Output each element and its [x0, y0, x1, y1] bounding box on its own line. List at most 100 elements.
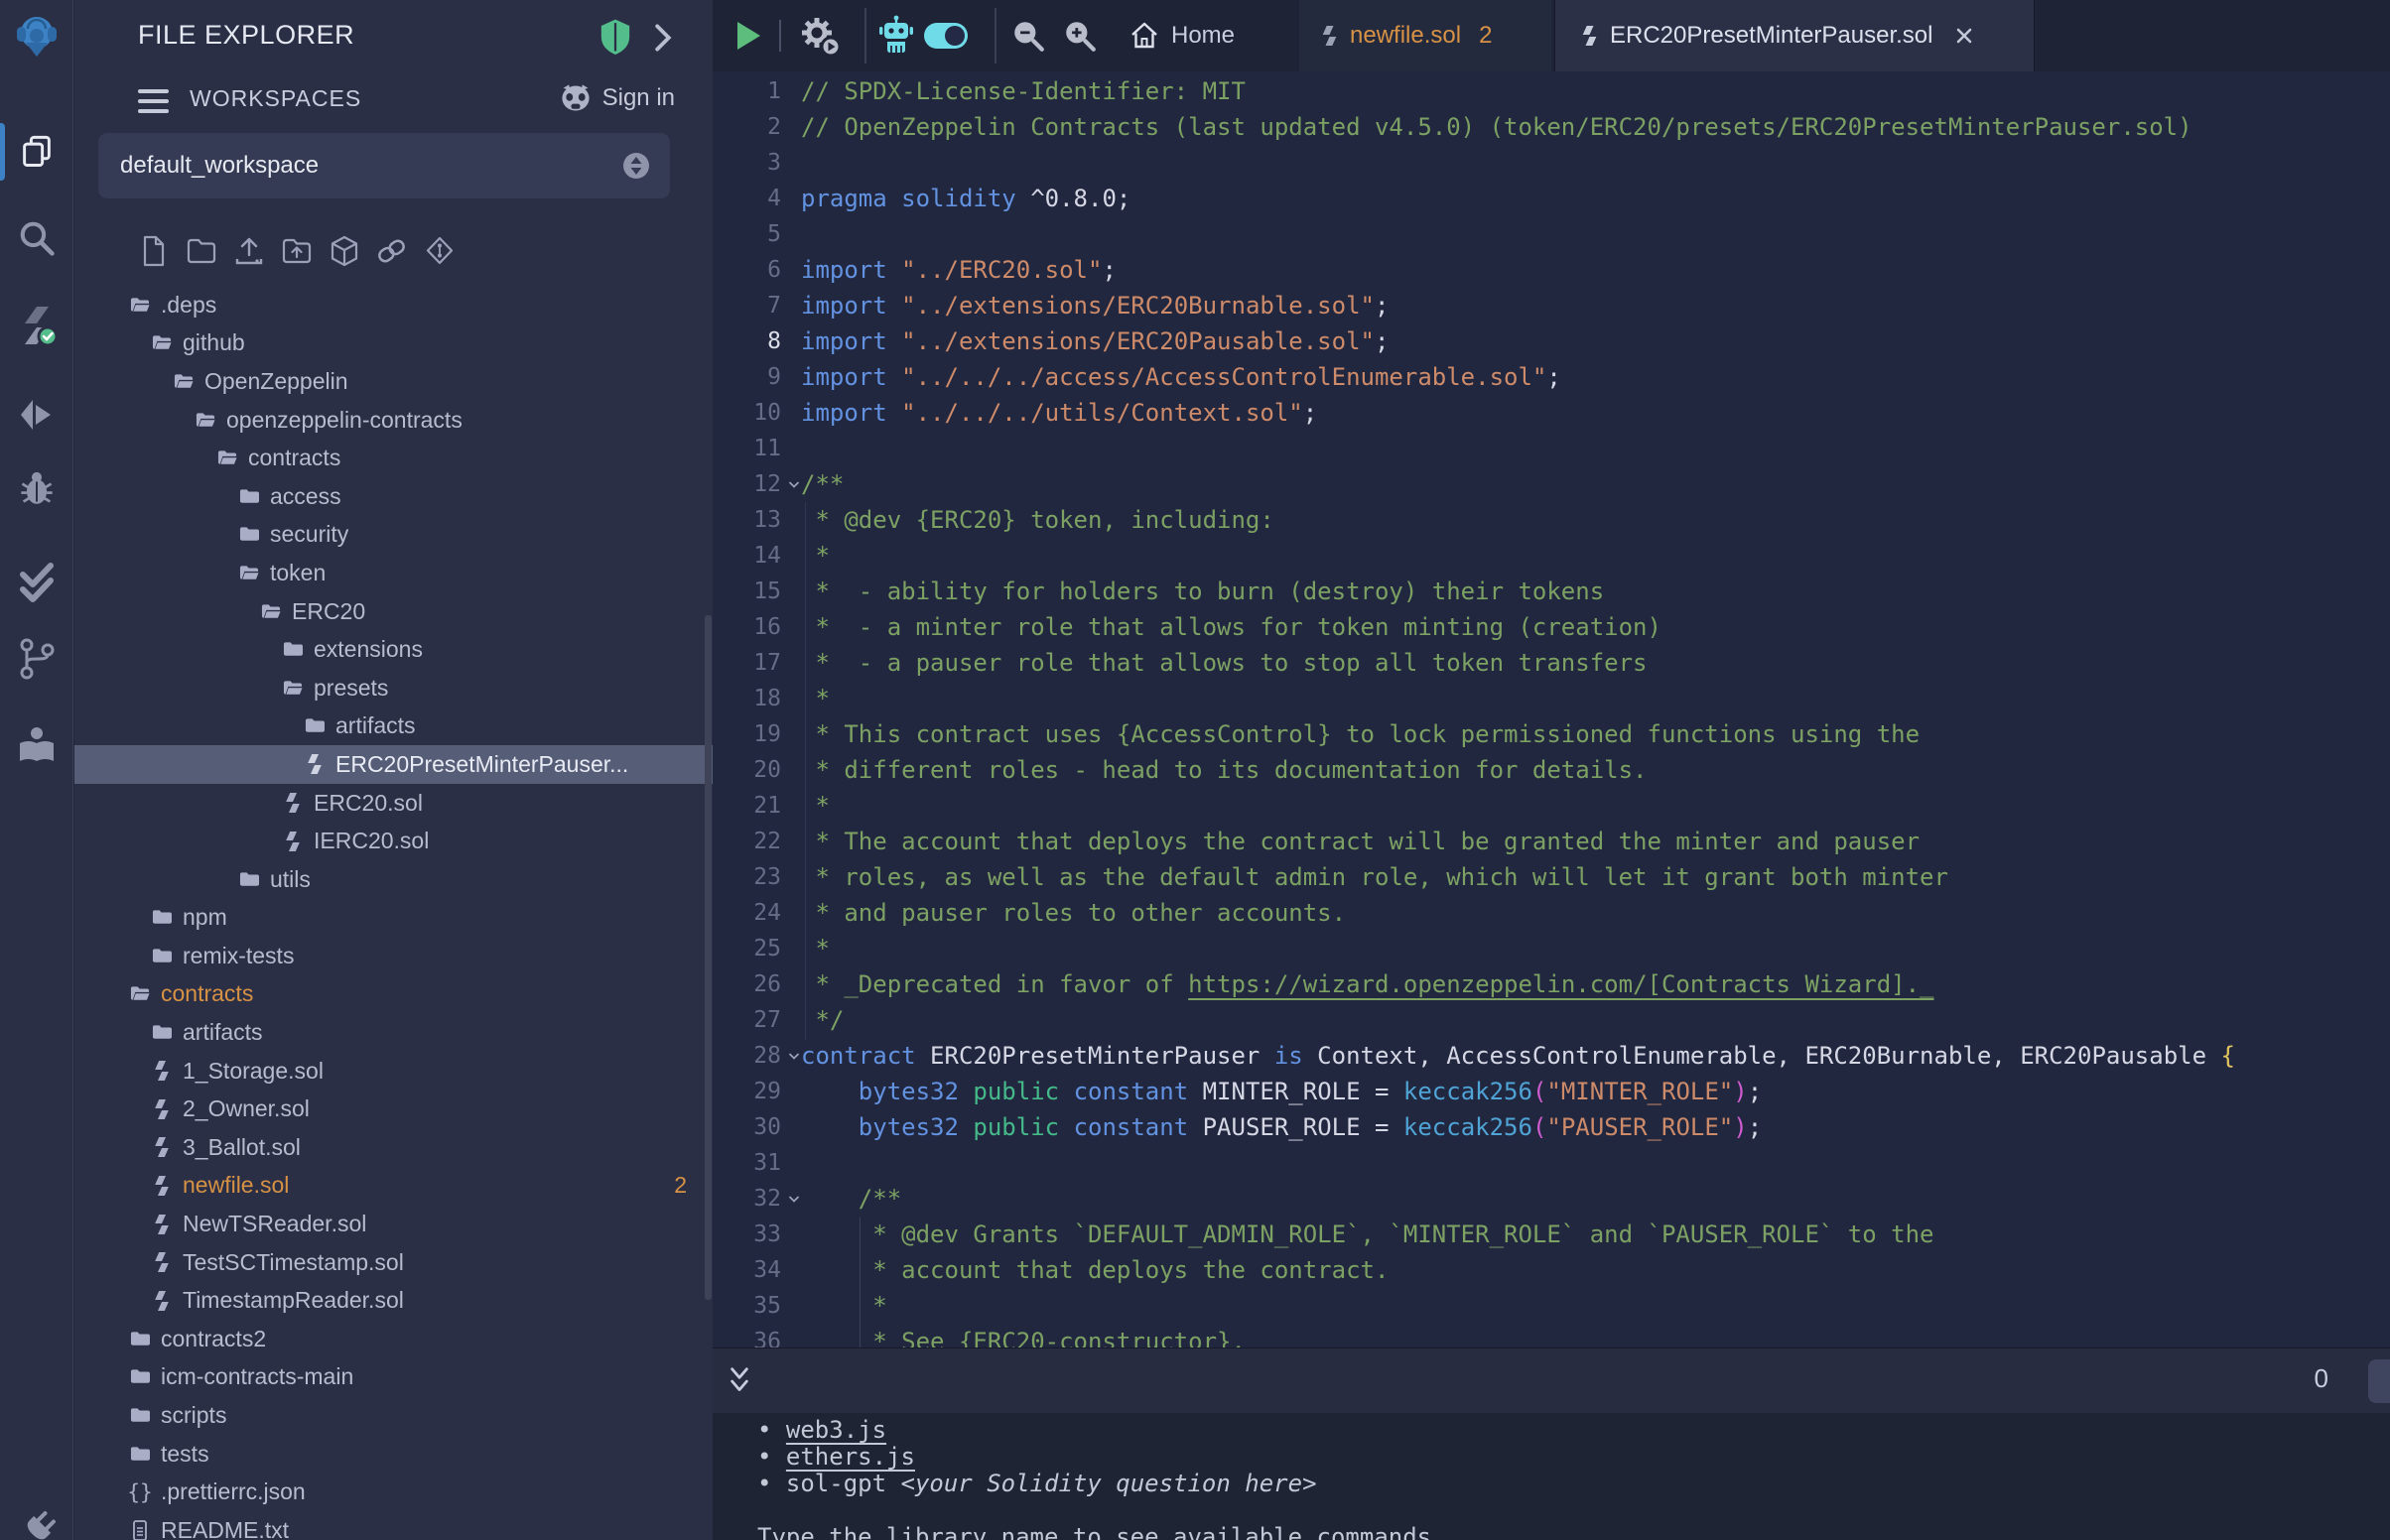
tree-item-2-owner-sol[interactable]: 2_Owner.sol [74, 1090, 713, 1128]
line-number[interactable]: 35 [713, 1288, 786, 1324]
tree-item-newtsreader-sol[interactable]: NewTSReader.sol [74, 1205, 713, 1243]
line-number[interactable]: 30 [713, 1109, 786, 1145]
line-number[interactable]: 1 [713, 73, 786, 109]
line-number[interactable]: 5 [713, 216, 786, 252]
tree-item-erc20[interactable]: ERC20 [74, 592, 713, 631]
create-folder-icon[interactable] [186, 234, 216, 268]
line-number[interactable]: 4 [713, 181, 786, 216]
code-editor[interactable]: 1// SPDX-License-Identifier: MIT2// Open… [713, 71, 2390, 1348]
line-number[interactable]: 32 [713, 1181, 786, 1217]
tree-item-contracts[interactable]: contracts [74, 975, 713, 1014]
tree-item-icm-contracts-main[interactable]: icm-contracts-main [74, 1358, 713, 1397]
upload-folder-icon[interactable] [281, 234, 312, 268]
sidebar-item-file-explorer[interactable] [0, 125, 73, 179]
line-number[interactable]: 23 [713, 859, 786, 895]
line-number[interactable]: 12 [713, 466, 786, 502]
line-number[interactable]: 26 [713, 966, 786, 1002]
line-number[interactable]: 19 [713, 716, 786, 752]
import-url-link-icon[interactable] [376, 234, 407, 268]
tree-item-3-ballot-sol[interactable]: 3_Ballot.sol [74, 1128, 713, 1167]
line-number[interactable]: 8 [713, 323, 786, 359]
tree-item-prettierrc-json[interactable]: {}.prettierrc.json [74, 1473, 713, 1511]
sidebar-item-plugin-manager[interactable] [0, 1510, 73, 1540]
line-number[interactable]: 33 [713, 1217, 786, 1252]
tree-item-tests[interactable]: tests [74, 1435, 713, 1474]
tree-item-utils[interactable]: utils [74, 860, 713, 899]
tree-item-token[interactable]: token [74, 554, 713, 592]
line-number[interactable]: 2 [713, 109, 786, 145]
sidebar-item-debugger[interactable] [0, 464, 73, 510]
line-number[interactable]: 21 [713, 788, 786, 824]
tree-item-security[interactable]: security [74, 516, 713, 555]
line-number[interactable]: 16 [713, 609, 786, 645]
line-number[interactable]: 7 [713, 288, 786, 323]
upload-file-icon[interactable] [233, 234, 264, 268]
line-number[interactable]: 25 [713, 931, 786, 966]
shield-icon[interactable] [598, 18, 632, 58]
terminal-link[interactable]: ethers.js [786, 1443, 915, 1471]
line-number[interactable]: 14 [713, 538, 786, 574]
tree-item-newfile-sol[interactable]: newfile.sol2 [74, 1167, 713, 1206]
remix-logo[interactable] [0, 8, 73, 64]
zoom-in-icon[interactable] [1060, 0, 1100, 71]
terminal-bar[interactable]: 0 [713, 1348, 2390, 1413]
tree-item-artifacts[interactable]: artifacts [74, 1013, 713, 1052]
line-number[interactable]: 15 [713, 574, 786, 609]
ai-toggle-switch[interactable] [924, 23, 968, 49]
close-icon[interactable] [1954, 26, 1974, 46]
tree-item-access[interactable]: access [74, 477, 713, 516]
line-number[interactable]: 13 [713, 502, 786, 538]
line-number[interactable]: 28 [713, 1038, 786, 1074]
line-number[interactable]: 22 [713, 824, 786, 859]
tab-newfile-sol[interactable]: newfile.sol 2 [1299, 0, 1551, 71]
publish-workspace-icon[interactable] [329, 234, 359, 268]
line-number[interactable]: 9 [713, 359, 786, 395]
zoom-out-icon[interactable] [1008, 0, 1048, 71]
tree-item-scripts[interactable]: scripts [74, 1396, 713, 1435]
create-file-icon[interactable] [138, 234, 169, 268]
run-script-button[interactable] [730, 0, 766, 71]
tree-item-ierc20-sol[interactable]: IERC20.sol [74, 822, 713, 860]
line-number[interactable]: 10 [713, 395, 786, 431]
line-number[interactable]: 17 [713, 645, 786, 681]
line-number[interactable]: 36 [713, 1324, 786, 1348]
workspace-select[interactable]: default_workspace [98, 133, 670, 198]
line-number[interactable]: 11 [713, 431, 786, 466]
terminal-expand-icon[interactable] [727, 1365, 752, 1397]
script-runner-config-button[interactable] [798, 0, 842, 71]
tree-item-contracts[interactable]: contracts [74, 439, 713, 477]
sidebar-item-solidity-compiler[interactable] [0, 296, 73, 355]
tree-item-1-storage-sol[interactable]: 1_Storage.sol [74, 1052, 713, 1091]
line-number[interactable]: 31 [713, 1145, 786, 1181]
tree-item-openzeppelin-contracts[interactable]: openzeppelin-contracts [74, 401, 713, 440]
line-number[interactable]: 20 [713, 752, 786, 788]
tree-item-readme-txt[interactable]: README.txt [74, 1511, 713, 1540]
fold-chevron-icon[interactable] [786, 466, 801, 502]
tree-item-remix-tests[interactable]: remix-tests [74, 937, 713, 975]
tree-item-contracts2[interactable]: contracts2 [74, 1320, 713, 1358]
line-number[interactable]: 18 [713, 681, 786, 716]
line-number[interactable]: 6 [713, 252, 786, 288]
fold-chevron-icon[interactable] [786, 1181, 801, 1217]
tab-erc20presetminterpauser-sol[interactable]: ERC20PresetMinterPauser.sol [1554, 0, 2035, 71]
ai-assistant-robot-icon[interactable] [875, 0, 917, 71]
sidebar-item-unit-testing[interactable] [0, 560, 73, 607]
line-number[interactable]: 24 [713, 895, 786, 931]
tree-item-erc20-sol[interactable]: ERC20.sol [74, 784, 713, 823]
tree-item-github[interactable]: github [74, 324, 713, 363]
tree-item-timestampreader-sol[interactable]: TimestampReader.sol [74, 1281, 713, 1320]
clone-repository-icon[interactable] [424, 234, 455, 268]
chevron-right-icon[interactable] [652, 22, 674, 54]
tree-item-artifacts[interactable]: artifacts [74, 707, 713, 746]
line-number[interactable]: 34 [713, 1252, 786, 1288]
sidebar-item-learneth[interactable] [0, 720, 73, 772]
line-number[interactable]: 29 [713, 1074, 786, 1109]
tree-item-deps[interactable]: .deps [74, 286, 713, 324]
tree-item-extensions[interactable]: extensions [74, 630, 713, 669]
terminal-link[interactable]: web3.js [786, 1416, 886, 1444]
sidebar-item-git[interactable] [0, 635, 73, 683]
tree-item-presets[interactable]: presets [74, 669, 713, 707]
sidebar-item-deploy-run[interactable] [0, 393, 73, 437]
terminal-output[interactable]: • web3.js• ethers.js• sol-gpt <your Soli… [713, 1413, 2390, 1540]
line-number[interactable]: 27 [713, 1002, 786, 1038]
